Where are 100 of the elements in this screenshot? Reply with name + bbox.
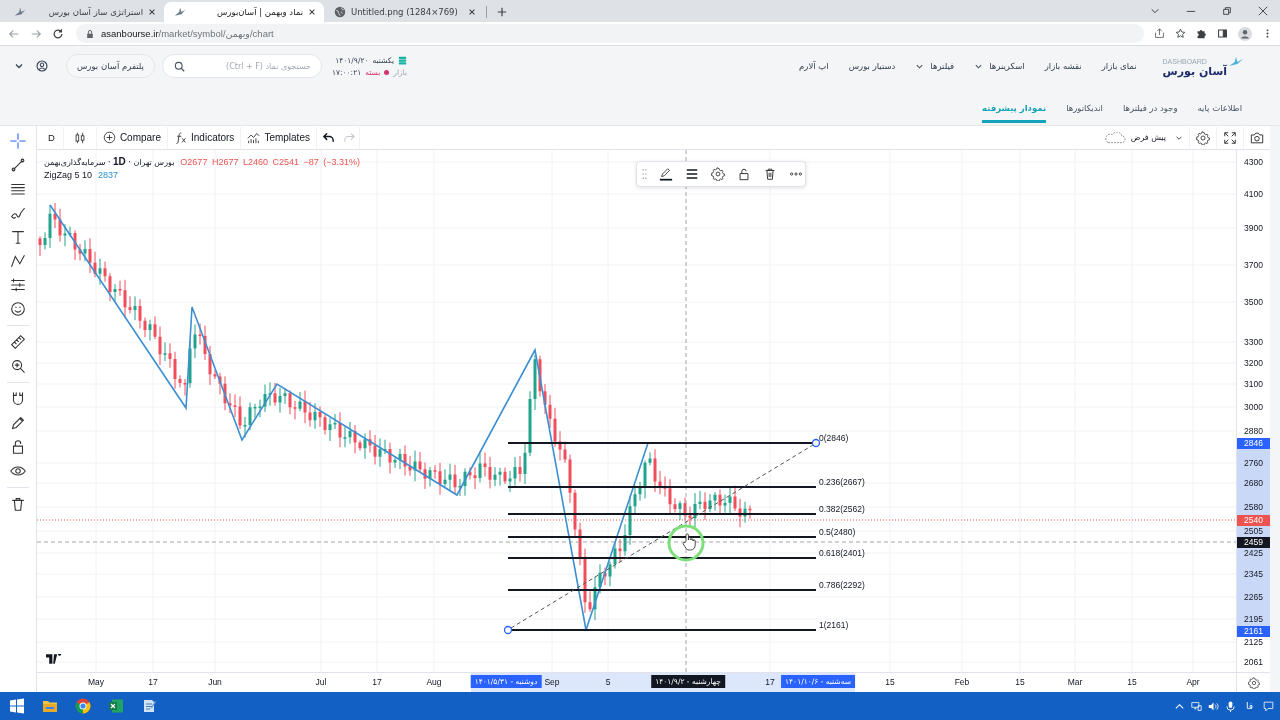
browser-tab[interactable]: Untitled.png (1284×769) <box>324 2 484 22</box>
price-badge: 2161 <box>1237 625 1270 637</box>
time-label: Aug <box>426 677 442 687</box>
page-tab[interactable]: وجود در فیلترها <box>1122 96 1178 123</box>
time-label: May <box>87 677 105 687</box>
browser-icon[interactable] <box>75 698 91 714</box>
chevron-down-icon[interactable] <box>14 61 24 71</box>
zigzag-icon[interactable] <box>9 252 27 270</box>
pencil-icon[interactable] <box>9 414 27 432</box>
sliders-icon[interactable] <box>9 276 27 294</box>
price-label: 2345 <box>1243 569 1264 579</box>
lock-icon <box>86 28 94 39</box>
price-label: 2265 <box>1243 592 1264 602</box>
platform-button[interactable]: پلتفرم آسان بورس <box>66 54 155 78</box>
settings-icon[interactable] <box>1248 676 1260 689</box>
windows-logo-icon[interactable] <box>9 698 25 714</box>
time-label: Sep <box>544 677 560 687</box>
layout-dropdown[interactable]: پیش فرض <box>1097 126 1189 149</box>
spreadsheet-icon[interactable] <box>108 698 124 714</box>
nav-link[interactable]: اپ آلارم <box>799 61 829 71</box>
price-label: 2580 <box>1243 502 1264 512</box>
browser-tab[interactable]: استراتژی ساز آسان بورس <box>4 2 164 22</box>
nav-link[interactable]: نمای بازار <box>1101 61 1137 71</box>
language-indicator[interactable]: فا <box>1245 701 1253 711</box>
trash-icon[interactable] <box>9 495 27 513</box>
status-dot-icon <box>384 69 390 75</box>
notepad-icon[interactable] <box>141 698 157 714</box>
price-label: 3000 <box>1243 402 1264 412</box>
plus-icon[interactable] <box>497 7 507 17</box>
fullscreen-icon[interactable] <box>1223 130 1237 145</box>
price-label: 2680 <box>1243 478 1264 488</box>
price-label: 2125 <box>1243 637 1264 647</box>
bird-icon <box>174 6 186 18</box>
time-label: 17 <box>765 677 775 687</box>
smiley-icon[interactable] <box>9 300 27 318</box>
nav-link[interactable]: اسکرینرها <box>974 61 1025 71</box>
bird-icon <box>14 6 26 18</box>
profile-icon[interactable] <box>1238 26 1252 41</box>
interval-button[interactable]: D <box>40 126 63 149</box>
price-label: 2505 <box>1243 526 1264 536</box>
price-label: 3300 <box>1243 337 1264 347</box>
nav-link[interactable]: دستیار بورس <box>848 61 896 71</box>
chart-template-icon <box>247 131 261 144</box>
notification-icon[interactable] <box>1263 700 1274 712</box>
price-label: 2061 <box>1243 657 1264 667</box>
close-icon[interactable] <box>468 8 476 16</box>
function-icon <box>174 131 187 144</box>
nav-link[interactable]: فیلترها <box>915 61 955 71</box>
camera-icon[interactable] <box>1250 130 1264 145</box>
zoom-icon[interactable] <box>9 357 27 375</box>
database-icon <box>397 55 407 65</box>
user-icon[interactable] <box>36 60 48 72</box>
price-label: 3700 <box>1243 260 1264 270</box>
chevron-down-icon[interactable] <box>1150 6 1160 16</box>
microphone-icon[interactable] <box>1224 700 1236 712</box>
ruler-icon[interactable] <box>9 333 27 351</box>
browser-tab[interactable]: نماد وبهمن | آسان‌بورس <box>164 2 324 22</box>
search-icon <box>173 60 185 72</box>
sidebar-icon[interactable] <box>1217 28 1228 39</box>
time-label: Mar <box>1067 677 1083 687</box>
price-label: 3200 <box>1243 358 1264 368</box>
text-icon[interactable] <box>9 228 27 246</box>
indicators-button[interactable]: Indicators <box>168 126 241 149</box>
price-label: 2760 <box>1243 458 1264 468</box>
reload-icon[interactable] <box>52 27 64 40</box>
price-label: 3100 <box>1243 379 1264 389</box>
price-badge: 2459 <box>1237 536 1270 548</box>
folder-icon[interactable] <box>42 698 58 714</box>
settings-icon[interactable] <box>1196 130 1210 145</box>
restore-icon[interactable] <box>1222 6 1232 16</box>
price-label: 2425 <box>1243 548 1264 558</box>
speaker-icon[interactable] <box>1207 700 1219 712</box>
logo-text: آسان بورس <box>1162 66 1227 77</box>
price-label: 4300 <box>1243 157 1264 167</box>
share-icon[interactable] <box>1154 28 1165 39</box>
undo-icon[interactable] <box>321 131 335 144</box>
page-tab[interactable]: اندیکاتورها <box>1066 96 1103 123</box>
close-icon[interactable] <box>308 8 316 16</box>
time-label: 15 <box>885 677 895 687</box>
price-label: 3900 <box>1243 223 1264 233</box>
close-icon[interactable] <box>1258 6 1268 16</box>
time-label: 5 <box>605 677 611 687</box>
nav-link[interactable]: نقشه بازار <box>1044 61 1082 71</box>
puzzle-icon[interactable] <box>1196 28 1207 39</box>
close-icon[interactable] <box>148 8 156 16</box>
price-label: 3500 <box>1243 297 1264 307</box>
search-field[interactable]: جستجوی نماد (Ctrl + F) <box>161 54 322 78</box>
cloud-icon <box>1103 131 1126 144</box>
page-tab[interactable]: اطلاعات پایه <box>1197 96 1242 123</box>
compare-button[interactable]: Compare <box>96 126 167 149</box>
templates-button[interactable]: Templates <box>241 126 316 149</box>
price-badge: 2846 <box>1237 437 1270 449</box>
time-label: 17 <box>148 677 158 687</box>
time-label: Jun <box>208 677 222 687</box>
network-icon[interactable] <box>1190 700 1202 712</box>
line-icon[interactable] <box>9 156 27 174</box>
price-badge: 2540 <box>1237 514 1270 526</box>
star-icon[interactable] <box>1175 28 1186 39</box>
plus-circle-icon <box>102 131 116 144</box>
candles-icon[interactable] <box>72 130 87 145</box>
